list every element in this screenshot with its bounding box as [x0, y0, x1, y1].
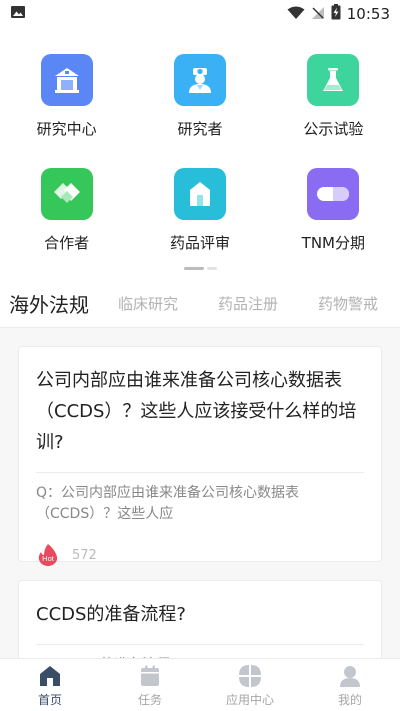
- grid-item-label: 合作者: [44, 234, 90, 252]
- grid-item-label: 药品评审: [169, 234, 230, 252]
- tab-pharmacovigilance[interactable]: 药物警戒: [318, 293, 378, 314]
- view-count: 572: [72, 547, 97, 563]
- nav-profile[interactable]: 我的: [300, 659, 400, 711]
- article-title: CCDS的准备流程?: [36, 604, 186, 625]
- home-icon: [37, 663, 63, 689]
- flask-icon: [307, 54, 360, 106]
- building-icon: [40, 54, 93, 106]
- tab-drug-registration[interactable]: 药品注册: [218, 293, 278, 314]
- article-card[interactable]: 公司内部应由谁来准备公司核心数据表（CCDS）？这些人应该接受什么样的培训? Q…: [18, 346, 382, 566]
- category-tabs: 海外法规 临床研究 药品注册 药物警戒: [0, 280, 400, 328]
- grid-item-drug-review[interactable]: 药品评审: [133, 158, 266, 272]
- apps-icon: [237, 663, 263, 689]
- grid-item-researcher[interactable]: 研究者: [133, 44, 266, 158]
- calendar-icon: [137, 663, 163, 689]
- grid-item-public-trials[interactable]: 公示试验: [267, 44, 400, 158]
- bottom-nav: 首页 任务 应用中心 我的: [0, 658, 400, 711]
- signal-off-icon: [311, 5, 325, 24]
- nav-label: 首页: [37, 693, 62, 707]
- wifi-icon: [287, 5, 305, 24]
- hot-badge-label: Hot: [42, 554, 55, 563]
- status-time: 10:53: [346, 5, 390, 23]
- doctor-icon: [173, 54, 226, 106]
- grid-item-partner[interactable]: 合作者: [0, 158, 133, 272]
- house-icon: [173, 168, 226, 220]
- article-card[interactable]: CCDS的准备流程? Q：CCDS的准备流程?: [18, 580, 382, 658]
- article-summary: Q：公司内部应由谁来准备公司核心数据表（CCDS）？这些人应: [36, 485, 300, 522]
- page-indicator: [184, 267, 217, 270]
- grid-item-tnm-staging[interactable]: TNM分期: [267, 158, 400, 272]
- battery-charging-icon: [331, 4, 341, 24]
- nav-home[interactable]: 首页: [0, 659, 100, 711]
- grid-item-label: 研究者: [177, 120, 223, 138]
- handshake-icon: [40, 168, 93, 220]
- nav-label: 任务: [137, 693, 162, 707]
- nav-label: 应用中心: [225, 693, 274, 707]
- grid-item-label: TNM分期: [301, 234, 365, 252]
- nav-tasks[interactable]: 任务: [100, 659, 200, 711]
- nav-app-center[interactable]: 应用中心: [200, 659, 300, 711]
- grid-item-label: 研究中心: [36, 120, 97, 138]
- article-feed[interactable]: 公司内部应由谁来准备公司核心数据表（CCDS）？这些人应该接受什么样的培训? Q…: [0, 328, 400, 658]
- article-meta: Hot 572: [19, 525, 381, 567]
- article-summary: Q：CCDS的准备流程?: [19, 645, 381, 658]
- grid-item-label: 公示试验: [303, 120, 364, 138]
- nav-label: 我的: [337, 693, 362, 707]
- feature-grid: 研究中心 研究者 公示试验 合作者 药品评审 TNM分期: [0, 44, 400, 272]
- tab-clinical-research[interactable]: 临床研究: [118, 293, 178, 314]
- article-title: 公司内部应由谁来准备公司核心数据表（CCDS）？这些人应该接受什么样的培训?: [36, 370, 357, 453]
- hot-icon: Hot: [36, 543, 60, 567]
- tab-overseas-regulations[interactable]: 海外法规: [9, 289, 89, 318]
- image-notification-icon: [10, 5, 26, 24]
- grid-item-research-center[interactable]: 研究中心: [0, 44, 133, 158]
- pill-icon: [307, 168, 360, 220]
- status-bar: 10:53: [0, 0, 400, 28]
- profile-icon: [337, 663, 363, 689]
